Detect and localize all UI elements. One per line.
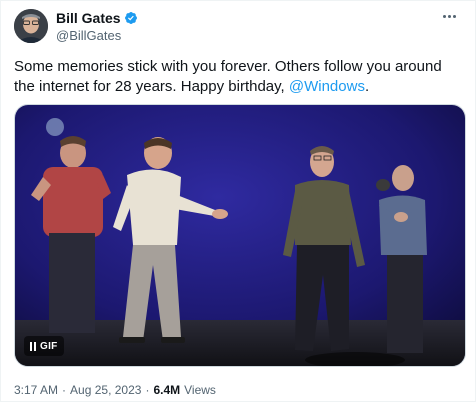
meta-separator: · <box>62 383 67 397</box>
tweet-time[interactable]: 3:17 AM <box>14 383 58 397</box>
tweet-meta: 3:17 AM · Aug 25, 2023 · 6.4M Views <box>14 383 216 397</box>
tweet-body: Some memories stick with you forever. Ot… <box>14 58 442 95</box>
views-count[interactable]: 6.4M <box>153 383 180 397</box>
tweet-date[interactable]: Aug 25, 2023 <box>70 383 141 397</box>
verified-badge-icon <box>124 12 137 24</box>
gif-frame-image <box>15 105 465 366</box>
avatar[interactable] <box>14 9 48 43</box>
tweet-card[interactable]: Bill Gates @BillGates Some memories stic… <box>0 0 476 402</box>
pause-icon <box>30 341 36 351</box>
gif-media[interactable]: GIF <box>14 104 466 367</box>
tweet-end: . <box>364 78 370 95</box>
views-label: Views <box>184 383 216 397</box>
gif-pause-button[interactable]: GIF <box>24 336 64 356</box>
display-name[interactable]: Bill Gates <box>56 10 121 26</box>
meta-separator-2: · <box>145 383 150 397</box>
user-handle[interactable]: @BillGates <box>56 28 121 43</box>
mention-link[interactable]: @Windows <box>289 78 365 95</box>
gif-badge: GIF <box>40 340 58 352</box>
tweet-text: Some memories stick with you forever. Ot… <box>14 57 464 97</box>
more-options-icon[interactable] <box>443 13 461 19</box>
